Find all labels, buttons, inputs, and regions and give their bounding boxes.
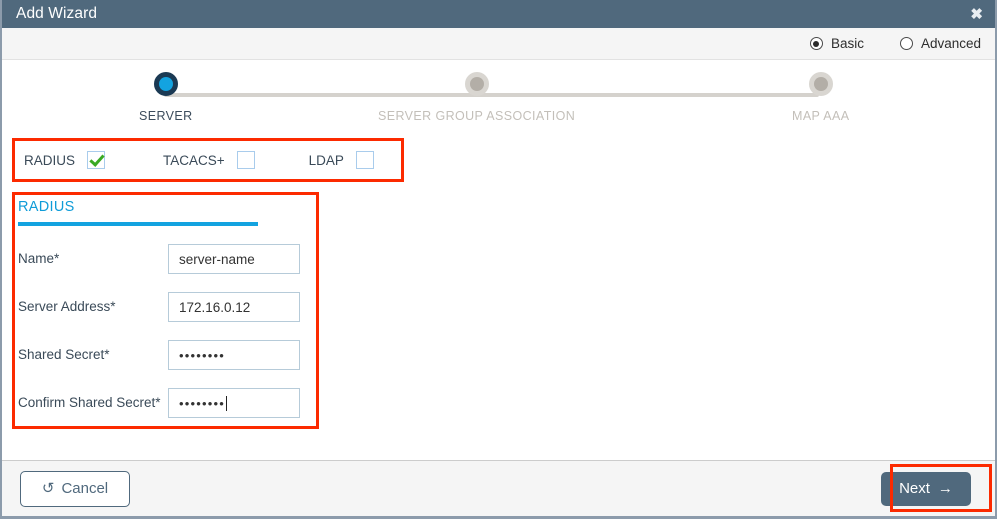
undo-icon: ↺ — [41, 480, 55, 497]
checkbox-tacacs-box[interactable] — [236, 151, 255, 169]
radio-basic-mark — [809, 37, 823, 50]
dialog-title: Add Wizard — [16, 5, 98, 22]
field-row-server-address: Server Address* — [12, 292, 319, 322]
dialog-footer: ↺ Cancel Next → — [2, 460, 995, 516]
field-shared-secret-input[interactable]: •••••••• — [168, 340, 300, 370]
field-row-name: Name* — [12, 244, 319, 274]
tab-radius-underline — [18, 222, 258, 226]
field-server-address-label: Server Address* — [18, 299, 116, 315]
tab-radius[interactable]: RADIUS — [18, 199, 75, 215]
checkbox-ldap-label: LDAP — [308, 152, 344, 168]
step-map-aaa-label: MAP AAA — [792, 109, 850, 123]
step-server-group-association[interactable]: SERVER GROUP ASSOCIATION — [378, 72, 575, 123]
text-caret — [226, 395, 228, 411]
field-server-address-input[interactable] — [168, 292, 300, 322]
radius-form-panel: RADIUS Name* Server Address* Shared Secr… — [12, 192, 658, 429]
field-row-shared-secret: Shared Secret* •••••••• — [12, 340, 319, 370]
field-confirm-shared-secret-input[interactable]: •••••••• — [168, 388, 300, 418]
cancel-button-label: Cancel — [61, 480, 109, 497]
checkbox-tacacs[interactable]: TACACS+ — [163, 151, 255, 169]
add-wizard-dialog: Add Wizard ✖ Basic Advanced SERVER SERVE… — [0, 0, 997, 519]
radio-advanced-mark — [899, 37, 913, 50]
step-server-group-association-dot — [464, 72, 489, 96]
mode-toolbar: Basic Advanced — [2, 28, 995, 60]
field-row-confirm-shared-secret: Confirm Shared Secret* •••••••• — [12, 388, 319, 418]
close-icon[interactable]: ✖ — [970, 7, 983, 22]
step-server-dot — [153, 72, 178, 96]
checkbox-ldap[interactable]: LDAP — [309, 151, 374, 169]
radio-basic-label: Basic — [830, 36, 864, 51]
field-confirm-shared-secret-label: Confirm Shared Secret* — [18, 395, 161, 411]
checkbox-radius[interactable]: RADIUS — [24, 151, 106, 169]
field-name-label: Name* — [18, 251, 60, 267]
step-server[interactable]: SERVER — [139, 72, 193, 123]
protocol-selection-row: RADIUS TACACS+ LDAP — [12, 138, 404, 182]
next-button-label: Next — [899, 480, 930, 497]
arrow-right-icon: → — [937, 480, 953, 497]
checkbox-ldap-box[interactable] — [355, 151, 374, 169]
step-server-label: SERVER — [139, 109, 193, 123]
radius-tabstrip: RADIUS — [18, 198, 658, 226]
dialog-titlebar: Add Wizard ✖ — [2, 0, 995, 28]
step-map-aaa-dot — [808, 72, 833, 96]
radio-advanced[interactable]: Advanced — [899, 36, 981, 51]
radio-advanced-label: Advanced — [920, 36, 981, 51]
checkbox-tacacs-label: TACACS+ — [163, 152, 225, 168]
wizard-stepper: SERVER SERVER GROUP ASSOCIATION MAP AAA — [2, 72, 995, 140]
radio-basic[interactable]: Basic — [809, 36, 864, 51]
next-button[interactable]: Next → — [881, 471, 971, 506]
cancel-button[interactable]: ↺ Cancel — [20, 470, 130, 507]
checkbox-radius-label: RADIUS — [24, 152, 76, 168]
field-shared-secret-label: Shared Secret* — [18, 347, 110, 363]
field-name-input[interactable] — [168, 244, 300, 274]
checkbox-radius-box[interactable] — [87, 151, 106, 169]
step-map-aaa[interactable]: MAP AAA — [792, 72, 849, 123]
step-server-group-association-label: SERVER GROUP ASSOCIATION — [378, 109, 576, 123]
field-confirm-shared-secret-value: •••••••• — [179, 395, 226, 411]
